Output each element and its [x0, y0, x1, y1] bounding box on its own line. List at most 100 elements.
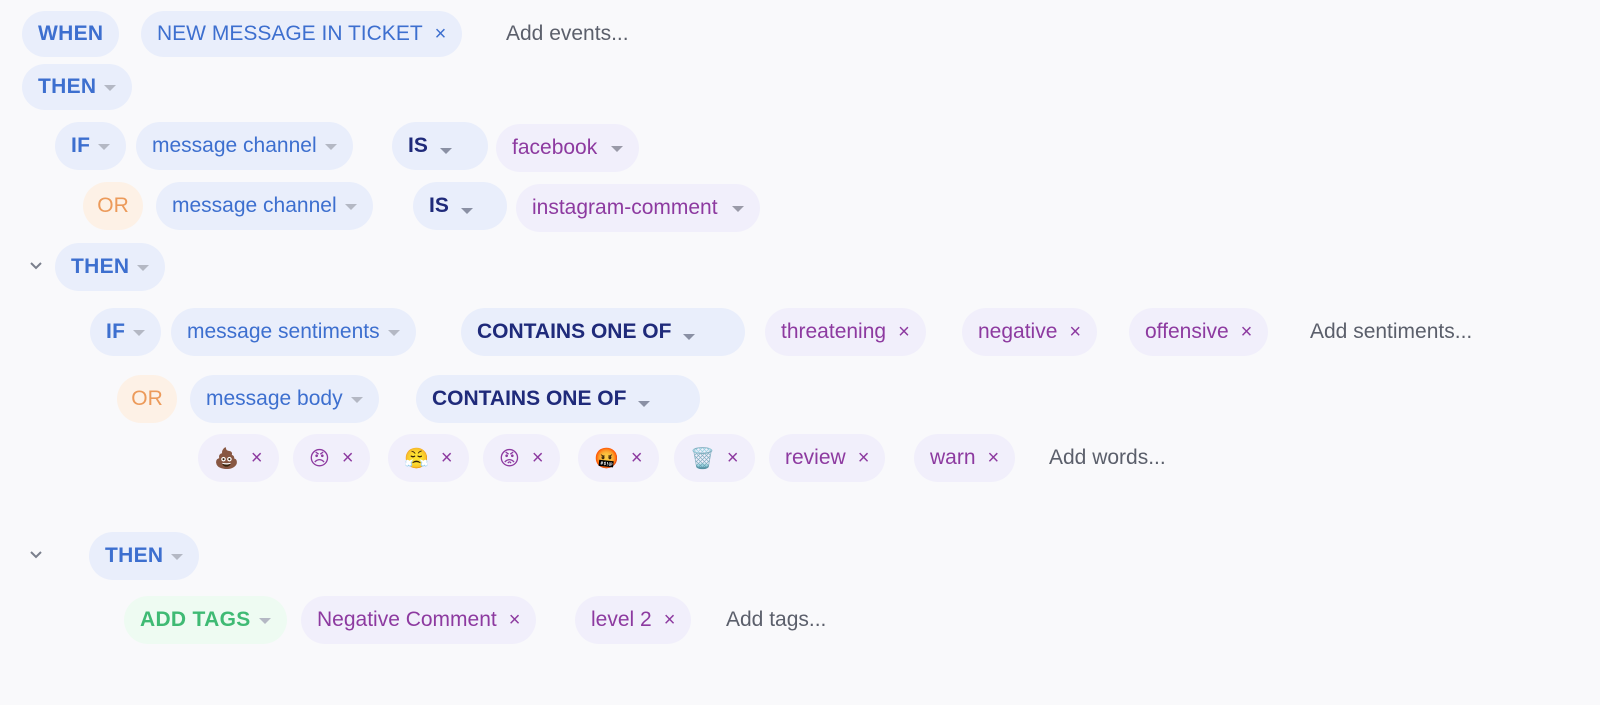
action-label: ADD TAGS: [140, 608, 251, 631]
close-icon[interactable]: ×: [1241, 322, 1253, 342]
sentiment-label: threatening: [781, 320, 887, 343]
then-dropdown-3[interactable]: THEN: [89, 532, 200, 580]
word-tag[interactable]: 💩 ×: [198, 434, 279, 482]
operator-label: IS: [408, 134, 428, 157]
close-icon[interactable]: ×: [441, 448, 453, 468]
poop-emoji: 💩: [214, 447, 239, 470]
field-label: message channel: [172, 194, 337, 217]
field-dropdown-2[interactable]: message channel: [156, 182, 373, 230]
word-tag[interactable]: 🗑️ ×: [674, 434, 755, 482]
caret-down-icon: [683, 334, 696, 340]
add-words-input[interactable]: Add words...: [1049, 434, 1166, 482]
then-label: THEN: [71, 255, 130, 278]
close-icon[interactable]: ×: [342, 448, 354, 468]
pouting-face-emoji: 😡: [499, 447, 520, 470]
or-keyword-2: OR: [117, 375, 177, 423]
or-label: OR: [131, 387, 163, 410]
operator-label: CONTAINS ONE OF: [432, 387, 627, 410]
caret-down-icon: [104, 85, 117, 91]
field-dropdown-1[interactable]: message channel: [136, 122, 353, 170]
chevron-down-icon[interactable]: [29, 259, 43, 273]
caret-down-icon: [258, 618, 271, 624]
chevron-down-icon[interactable]: [29, 548, 43, 562]
close-icon[interactable]: ×: [251, 448, 263, 468]
close-icon[interactable]: ×: [509, 610, 521, 630]
caret-down-icon: [611, 146, 624, 152]
close-icon[interactable]: ×: [1069, 322, 1081, 342]
event-tag-label: NEW MESSAGE IN TICKET: [157, 22, 423, 45]
caret-down-icon: [98, 144, 111, 150]
word-label: review: [785, 446, 846, 469]
caret-down-icon: [324, 144, 337, 150]
caret-down-icon: [460, 208, 473, 214]
tag-chip[interactable]: level 2 ×: [575, 596, 692, 644]
add-sentiments-input[interactable]: Add sentiments...: [1310, 308, 1472, 356]
word-tag[interactable]: review ×: [769, 434, 886, 482]
wastebasket-emoji: 🗑️: [690, 447, 715, 470]
caret-down-icon: [133, 330, 146, 336]
value-label: instagram-comment: [532, 196, 718, 219]
if-dropdown-2[interactable]: IF: [90, 308, 162, 356]
when-label: WHEN: [38, 22, 104, 45]
sentiment-label: negative: [978, 320, 1058, 343]
operator-dropdown-1[interactable]: IS: [392, 122, 488, 170]
word-tag[interactable]: 🤬 ×: [578, 434, 659, 482]
angry-face-emoji: 😠: [309, 447, 330, 470]
field-label: message channel: [152, 134, 317, 157]
tag-label: level 2: [591, 608, 652, 631]
word-tag[interactable]: 😤 ×: [388, 434, 469, 482]
then-label: THEN: [105, 544, 164, 567]
close-icon[interactable]: ×: [858, 448, 870, 468]
word-tag[interactable]: 😡 ×: [483, 434, 560, 482]
add-events-input[interactable]: Add events...: [506, 10, 629, 58]
value-dropdown-1[interactable]: facebook: [496, 124, 640, 172]
or-label: OR: [97, 194, 129, 217]
operator-dropdown-3[interactable]: CONTAINS ONE OF: [461, 308, 745, 356]
event-tag[interactable]: NEW MESSAGE IN TICKET ×: [141, 11, 463, 57]
close-icon[interactable]: ×: [664, 610, 676, 630]
close-icon[interactable]: ×: [631, 448, 643, 468]
caret-down-icon: [731, 206, 744, 212]
field-dropdown-3[interactable]: message sentiments: [171, 308, 416, 356]
sentiment-tag[interactable]: threatening ×: [765, 308, 926, 356]
caret-down-icon: [387, 330, 400, 336]
sentiment-tag[interactable]: offensive ×: [1129, 308, 1269, 356]
operator-dropdown-4[interactable]: CONTAINS ONE OF: [416, 375, 700, 423]
cursing-face-emoji: 🤬: [594, 447, 619, 470]
word-tag[interactable]: warn ×: [914, 434, 1016, 482]
steam-face-emoji: 😤: [404, 447, 429, 470]
close-icon[interactable]: ×: [898, 322, 910, 342]
sentiment-tag[interactable]: negative ×: [962, 308, 1098, 356]
operator-label: CONTAINS ONE OF: [477, 320, 672, 343]
or-keyword-1: OR: [83, 182, 143, 230]
word-tag[interactable]: 😠 ×: [293, 434, 370, 482]
caret-down-icon: [344, 204, 357, 210]
tag-label: Negative Comment: [317, 608, 497, 631]
field-label: message body: [206, 387, 343, 410]
then-label: THEN: [38, 75, 97, 98]
tag-chip[interactable]: Negative Comment ×: [301, 596, 537, 644]
caret-down-icon: [350, 397, 363, 403]
if-dropdown-1[interactable]: IF: [55, 122, 127, 170]
action-dropdown[interactable]: ADD TAGS: [124, 596, 287, 644]
close-icon[interactable]: ×: [727, 448, 739, 468]
if-label: IF: [106, 320, 126, 343]
when-keyword: WHEN: [22, 11, 120, 57]
word-label: warn: [930, 446, 976, 469]
close-icon[interactable]: ×: [435, 24, 447, 44]
close-icon[interactable]: ×: [532, 448, 544, 468]
then-dropdown-2[interactable]: THEN: [55, 243, 166, 291]
if-label: IF: [71, 134, 91, 157]
value-label: facebook: [512, 136, 598, 159]
then-dropdown-1[interactable]: THEN: [22, 64, 133, 110]
add-tags-input[interactable]: Add tags...: [726, 596, 826, 644]
operator-dropdown-2[interactable]: IS: [413, 182, 507, 230]
operator-label: IS: [429, 194, 449, 217]
close-icon[interactable]: ×: [988, 448, 1000, 468]
caret-down-icon: [171, 554, 184, 560]
caret-down-icon: [638, 401, 651, 407]
field-dropdown-4[interactable]: message body: [190, 375, 379, 423]
value-dropdown-2[interactable]: instagram-comment: [516, 184, 760, 232]
caret-down-icon: [137, 265, 150, 271]
sentiment-label: offensive: [1145, 320, 1229, 343]
